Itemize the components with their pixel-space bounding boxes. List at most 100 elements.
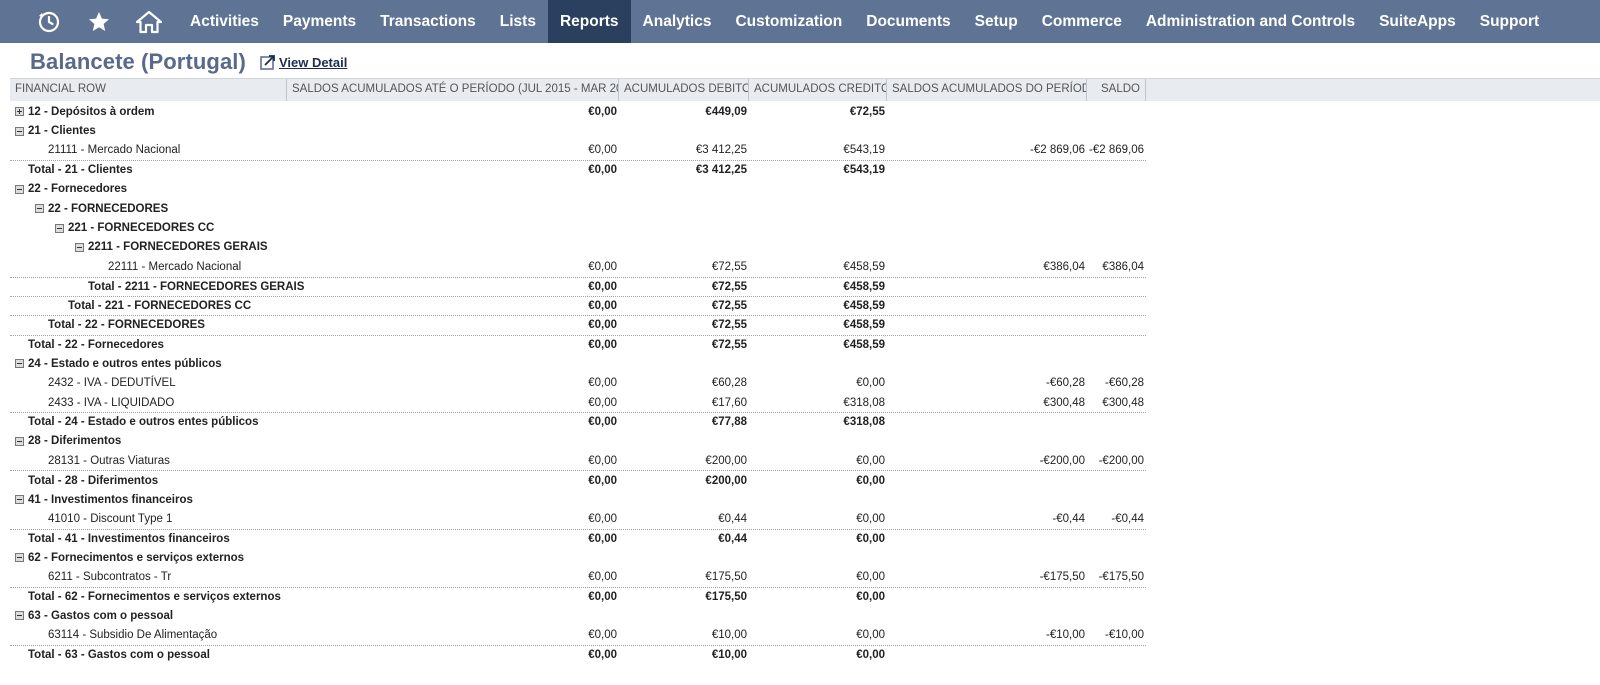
financial-row-label: Total - 24 - Estado e outros entes públi… bbox=[28, 416, 259, 429]
external-link-icon bbox=[260, 55, 275, 70]
collapse-icon[interactable] bbox=[15, 436, 24, 446]
table-row: 41010 - Discount Type 1 €0,00 €0,44 €0,00 -€… bbox=[10, 509, 1146, 528]
financial-row-cell: Total - 22 - FORNECEDORES bbox=[10, 319, 287, 331]
financial-row-label: 2433 - IVA - LIQUIDADO bbox=[48, 396, 175, 409]
amount-cell: -€60,28 bbox=[1104, 377, 1144, 390]
collapse-icon[interactable] bbox=[15, 359, 24, 369]
nav-item-reports[interactable]: Reports bbox=[547, 0, 631, 43]
column-header-acumulados-credito[interactable]: ACUMULADOS CREDITO bbox=[749, 79, 887, 101]
amount-cell: €458,59 bbox=[843, 338, 885, 351]
collapse-icon[interactable] bbox=[75, 242, 84, 252]
collapse-icon[interactable] bbox=[15, 611, 24, 621]
amount-cell: €175,50 bbox=[705, 571, 747, 584]
table-header: FINANCIAL ROW SALDOS ACUMULADOS ATÉ O PE… bbox=[10, 78, 1146, 101]
financial-row-cell: 28 - Diferimentos bbox=[10, 435, 287, 447]
table-row: 24 - Estado e outros entes públicos bbox=[10, 354, 1146, 373]
amount-cell: €72,55 bbox=[849, 105, 885, 118]
collapse-icon[interactable] bbox=[15, 126, 24, 136]
nav-item-support[interactable]: Support bbox=[1468, 0, 1551, 43]
amount-cell: €72,55 bbox=[711, 338, 747, 351]
column-header-saldos-acumulados-periodo[interactable]: SALDOS ACUMULADOS DO PERÍODO bbox=[887, 79, 1087, 101]
nav-item-activities[interactable]: Activities bbox=[178, 0, 271, 43]
amount-cell: €0,00 bbox=[856, 629, 885, 642]
main-menu: Activities Payments Transactions Lists Repor… bbox=[178, 0, 1551, 43]
financial-row-cell: 22 - Fornecedores bbox=[10, 183, 287, 195]
table-row: 63 - Gastos com o pessoal bbox=[10, 606, 1146, 625]
financial-row-cell: Total - 2211 - FORNECEDORES GERAIS bbox=[10, 281, 304, 293]
amount-cell: €0,00 bbox=[588, 319, 617, 332]
nav-item-lists[interactable]: Lists bbox=[488, 0, 548, 43]
nav-item-payments[interactable]: Payments bbox=[271, 0, 368, 43]
amount-cell: -€175,50 bbox=[1039, 571, 1085, 584]
financial-row-cell: 12 - Depósitos à ordem bbox=[10, 106, 287, 118]
amount-cell: €0,00 bbox=[588, 338, 617, 351]
nav-item-suiteapps[interactable]: SuiteApps bbox=[1367, 0, 1468, 43]
financial-row-cell: 22111 - Mercado Nacional bbox=[10, 261, 287, 273]
financial-row-label: Total - 21 - Clientes bbox=[28, 164, 133, 177]
financial-row-cell: Total - 28 - Diferimentos bbox=[10, 475, 287, 487]
amount-cell: €0,00 bbox=[588, 260, 617, 273]
collapse-icon[interactable] bbox=[15, 184, 24, 194]
financial-row-cell: 28131 - Outras Viaturas bbox=[10, 455, 287, 467]
view-detail-link[interactable]: View Detail bbox=[260, 54, 347, 70]
column-header-saldos-acumulados-ate[interactable]: SALDOS ACUMULADOS ATÉ O PERÍODO (JUL 201… bbox=[287, 79, 619, 101]
amount-cell: €318,08 bbox=[843, 416, 885, 429]
table-body: 12 - Depósitos à ordem €0,00 €449,09 €72,55… bbox=[10, 102, 1146, 664]
nav-item-commerce[interactable]: Commerce bbox=[1030, 0, 1134, 43]
financial-row-label: Total - 63 - Gastos com o pessoal bbox=[28, 649, 210, 662]
amount-cell: €0,00 bbox=[856, 532, 885, 545]
financial-row-label: 2211 - FORNECEDORES GERAIS bbox=[88, 241, 268, 254]
table-total-row: Total - 41 - Investimentos financeiros €0… bbox=[10, 528, 1146, 548]
table-total-row: Total - 62 - Fornecimentos e serviços ex… bbox=[10, 586, 1146, 606]
home-icon[interactable] bbox=[124, 0, 174, 43]
table-row: 2211 - FORNECEDORES GERAIS bbox=[10, 238, 1146, 257]
amount-cell: €0,00 bbox=[588, 416, 617, 429]
financial-row-label: 22 - FORNECEDORES bbox=[48, 202, 169, 215]
financial-row-label: Total - 221 - FORNECEDORES CC bbox=[68, 300, 252, 313]
financial-row-label: 28 - Diferimentos bbox=[28, 435, 122, 448]
nav-item-customization[interactable]: Customization bbox=[723, 0, 854, 43]
amount-cell: €77,88 bbox=[711, 416, 747, 429]
table-row: 41 - Investimentos financeiros bbox=[10, 490, 1146, 509]
financial-row-label: 2432 - IVA - DEDUTÍVEL bbox=[48, 377, 176, 390]
star-icon[interactable] bbox=[74, 0, 124, 43]
financial-row-label: 63114 - Subsidio De Alimentação bbox=[48, 629, 218, 642]
column-header-financial-row[interactable]: FINANCIAL ROW bbox=[10, 79, 287, 101]
nav-item-administration-and-controls[interactable]: Administration and Controls bbox=[1134, 0, 1367, 43]
page-header: Balancete (Portugal) View Detail bbox=[30, 47, 347, 77]
expand-icon[interactable] bbox=[15, 107, 24, 117]
financial-row-cell: 21111 - Mercado Nacional bbox=[10, 144, 287, 156]
column-header-saldo[interactable]: SALDO bbox=[1087, 79, 1146, 101]
page-title: Balancete (Portugal) bbox=[30, 49, 246, 74]
amount-cell: €386,04 bbox=[1043, 260, 1085, 273]
financial-row-label: 22 - Fornecedores bbox=[28, 183, 128, 196]
nav-item-transactions[interactable]: Transactions bbox=[368, 0, 488, 43]
table-total-row: Total - 28 - Diferimentos €0,00 €200,00 €0,… bbox=[10, 470, 1146, 489]
nav-item-setup[interactable]: Setup bbox=[963, 0, 1030, 43]
amount-cell: €72,55 bbox=[711, 300, 747, 313]
column-header-acumulados-debito[interactable]: ACUMULADOS DEBITO bbox=[619, 79, 749, 101]
amount-cell: €386,04 bbox=[1102, 260, 1144, 273]
amount-cell: €0,00 bbox=[588, 280, 617, 293]
collapse-icon[interactable] bbox=[55, 223, 64, 233]
financial-row-cell: 221 - FORNECEDORES CC bbox=[10, 222, 287, 234]
amount-cell: €543,19 bbox=[843, 144, 885, 157]
amount-cell: €200,00 bbox=[705, 474, 747, 487]
amount-cell: €458,59 bbox=[843, 280, 885, 293]
amount-cell: €0,00 bbox=[588, 396, 617, 409]
amount-cell: €449,09 bbox=[705, 105, 747, 118]
nav-item-analytics[interactable]: Analytics bbox=[631, 0, 724, 43]
financial-row-cell: Total - 41 - Investimentos financeiros bbox=[10, 533, 287, 545]
amount-cell: €0,00 bbox=[588, 590, 617, 603]
collapse-icon[interactable] bbox=[35, 204, 44, 214]
recent-records-icon[interactable] bbox=[24, 0, 74, 43]
financial-row-cell: 41 - Investimentos financeiros bbox=[10, 494, 287, 506]
financial-row-label: 22111 - Mercado Nacional bbox=[108, 260, 242, 273]
report-table: FINANCIAL ROW SALDOS ACUMULADOS ATÉ O PE… bbox=[10, 78, 1146, 664]
nav-item-documents[interactable]: Documents bbox=[854, 0, 962, 43]
financial-row-label: Total - 22 - Fornecedores bbox=[28, 338, 164, 351]
amount-cell: €0,44 bbox=[718, 532, 747, 545]
financial-row-cell: 24 - Estado e outros entes públicos bbox=[10, 358, 287, 370]
collapse-icon[interactable] bbox=[15, 553, 24, 563]
collapse-icon[interactable] bbox=[15, 495, 24, 504]
